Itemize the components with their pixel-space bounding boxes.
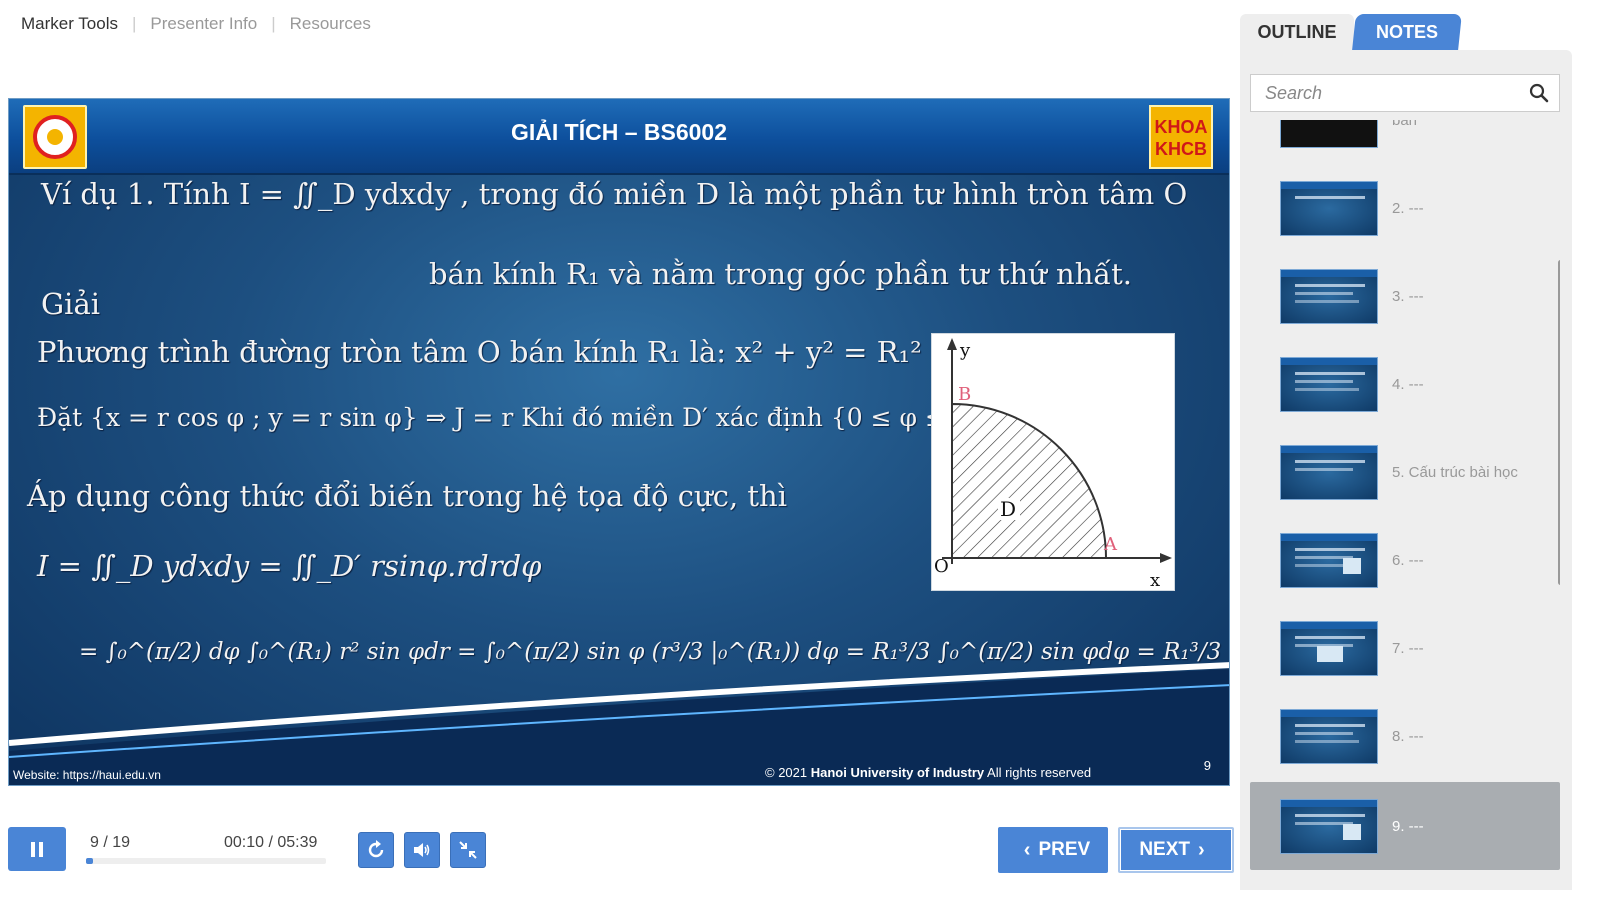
volume-icon [414,843,430,857]
slide-thumbnail [1280,180,1378,236]
origin-label: O [934,556,949,577]
list-item[interactable]: 2. --- [1250,164,1560,252]
tab-outline[interactable]: OUTLINE [1240,14,1354,50]
collapse-icon [459,841,477,859]
slide-viewer: GIẢI TÍCH – BS6002 KHOA KHCB Ví dụ 1. Tí… [8,98,1230,786]
replay-button[interactable] [358,832,394,868]
nav-separator: | [132,14,137,33]
slide-title: GIẢI TÍCH – BS6002 [510,119,728,145]
copyright-year: © 2021 [765,765,808,780]
slide-thumbnail [1280,532,1378,588]
slide-header: GIẢI TÍCH – BS6002 KHOA KHCB [9,99,1229,175]
list-item-label: 7. --- [1392,639,1424,657]
slide-thumbnail [1280,268,1378,324]
list-item-label: 5. Cấu trúc bài học [1392,463,1518,481]
list-item-label: 2. --- [1392,199,1424,217]
slide-number: 9 [1203,758,1211,773]
slide-thumbnail [1280,798,1378,854]
list-item-current[interactable]: 9. --- [1250,782,1560,870]
faculty-logo-line2: KHCB [1155,139,1207,159]
prev-button[interactable]: ‹ PREV [998,827,1108,873]
prev-label: PREV [1038,839,1091,860]
list-item-label: 8. --- [1392,727,1424,745]
slide-website: Website: https://haui.edu.vn [13,768,161,782]
faculty-logo: KHOA KHCB [1149,105,1213,169]
list-item[interactable]: 8. --- [1250,692,1560,780]
nav-resources[interactable]: Resources [290,14,371,34]
search-icon[interactable] [1529,83,1549,103]
slide-text-line: I = ∬_D ydxdy = ∬_D′ rsinφ.rdrdφ [37,549,542,583]
player-controls: 9 / 19 00:10 / 05:39 ‹ PREV NEXT › [0,800,1234,900]
slide-list: bản 2. --- 3. --- 4. --- 5. Cấu trúc bài… [1250,120,1560,890]
list-item[interactable]: 3. --- [1250,252,1560,340]
quarter-circle-diagram: y x O B A D [931,333,1175,591]
fullscreen-exit-button[interactable] [450,832,486,868]
list-item-label: 9. --- [1392,817,1424,835]
copyright-org: Hanoi University of Industry [810,765,985,780]
replay-icon [368,840,384,858]
list-item-label: 3. --- [1392,287,1424,305]
slide-thumbnail [1280,356,1378,412]
slide-thumbnail [1280,620,1378,676]
chevron-left-icon: ‹ [1023,838,1031,861]
list-item[interactable]: bản [1250,120,1560,164]
sidebar-tabs: OUTLINE NOTES [1240,14,1572,50]
tab-notes-label: NOTES [1375,22,1438,42]
slide-text-line: Ví dụ 1. Tính I = ∬_D ydxdy , trong đó m… [41,177,1188,211]
next-button[interactable]: NEXT › [1118,827,1234,873]
nav-presenter-info[interactable]: Presenter Info [150,14,257,34]
copyright-rights: All rights reserved [987,765,1092,780]
next-label: NEXT [1139,839,1190,860]
search-box [1250,74,1560,112]
outline-panel: bản 2. --- 3. --- 4. --- 5. Cấu trúc bài… [1240,50,1572,890]
list-item-label: 6. --- [1392,551,1424,569]
search-input[interactable] [1251,75,1511,111]
list-item[interactable]: 4. --- [1250,340,1560,428]
slide-text-line: Áp dụng công thức đổi biến trong hệ tọa … [27,479,787,513]
slide-text-line: Giải [41,287,101,321]
progress-fill [86,858,94,864]
point-a-label: A [1103,534,1118,555]
slide-thumbnail [1280,444,1378,500]
faculty-logo-line1: KHOA [1154,117,1208,137]
chevron-right-icon: › [1198,838,1205,861]
progress-bar[interactable] [86,858,326,864]
nav-marker-tools[interactable]: Marker Tools [21,14,118,34]
volume-button[interactable] [404,832,440,868]
list-item[interactable]: 7. --- [1250,604,1560,692]
list-item-label: 4. --- [1392,375,1424,393]
playback-time: 00:10 / 05:39 [224,834,318,851]
slide-thumbnail [1280,120,1378,148]
pause-button[interactable] [8,827,66,871]
top-navigation: Marker Tools | Presenter Info | Resource… [21,14,371,34]
tab-notes[interactable]: NOTES [1352,14,1462,50]
nav-separator: | [271,14,276,33]
list-item[interactable]: 6. --- [1250,516,1560,604]
slide-counter: 9 / 19 [90,834,131,851]
y-axis-label: y [959,340,971,361]
slide-text-line: bán kính R₁ và nằm trong góc phần tư thứ… [429,257,1133,291]
slide-copyright: © 2021 Hanoi University of Industry All … [765,765,1091,780]
x-axis-label: x [1150,570,1160,591]
list-scrollbar[interactable] [1558,260,1560,585]
point-b-label: B [958,384,971,405]
list-item-label: bản [1392,120,1418,129]
slide-text-line: Phương trình đường tròn tâm O bán kính R… [37,335,922,369]
slide-thumbnail [1280,708,1378,764]
list-item[interactable]: 5. Cấu trúc bài học [1250,428,1560,516]
region-label: D [1000,497,1016,521]
sidebar: OUTLINE NOTES bản 2. --- 3. --- [1240,14,1572,890]
